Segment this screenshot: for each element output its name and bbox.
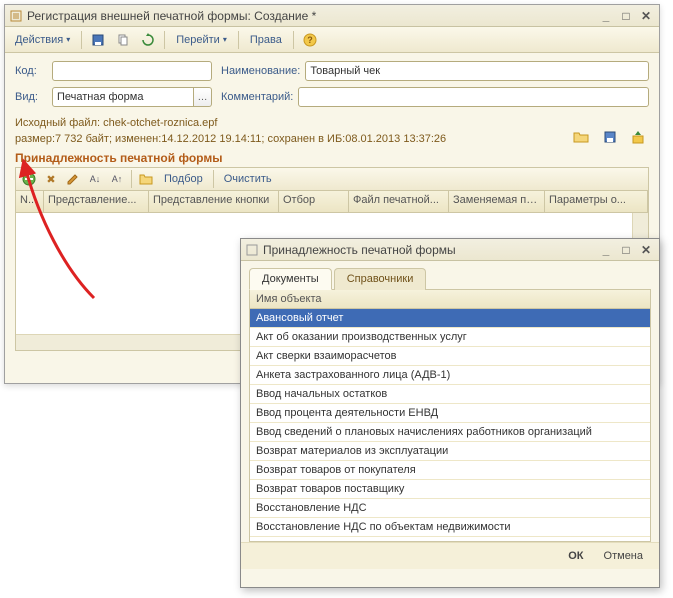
sort-desc-icon[interactable]: A↑: [107, 169, 127, 189]
dialog-tabs: Документы Справочники: [241, 261, 659, 289]
sort-asc-icon[interactable]: A↓: [85, 169, 105, 189]
list-item[interactable]: Возврат товаров поставщику: [250, 480, 650, 499]
folder-open-icon[interactable]: [569, 127, 593, 147]
disk-save-icon[interactable]: [599, 127, 621, 147]
dialog-titlebar: Принадлежность печатной формы _ □ ✕: [241, 239, 659, 261]
save-icon[interactable]: [87, 30, 109, 50]
close-button[interactable]: ✕: [637, 8, 655, 24]
select-button[interactable]: Подбор: [158, 169, 209, 189]
dialog-maximize-button[interactable]: □: [617, 242, 635, 258]
list-item[interactable]: Акт об оказании производственных услуг: [250, 328, 650, 347]
list-item[interactable]: Ввод начальных остатков: [250, 385, 650, 404]
delete-row-icon[interactable]: ✖: [41, 169, 61, 189]
ok-button[interactable]: ОК: [562, 548, 589, 564]
section-heading: Принадлежность печатной формы: [15, 151, 649, 165]
kind-choose-button[interactable]: …: [194, 87, 212, 107]
tab-documents[interactable]: Документы: [249, 268, 332, 290]
object-list-header[interactable]: Имя объекта: [250, 290, 650, 309]
tab-references[interactable]: Справочники: [334, 268, 427, 290]
col-repr[interactable]: Представление...: [44, 191, 149, 212]
form-icon: [9, 9, 23, 23]
clear-button[interactable]: Очистить: [218, 169, 278, 189]
goto-menu[interactable]: Перейти▾: [170, 30, 233, 50]
list-item[interactable]: Ввод процента деятельности ЕНВД: [250, 404, 650, 423]
col-replaced[interactable]: Заменяемая пе...: [449, 191, 545, 212]
comment-label: Комментарий:: [221, 91, 293, 103]
col-btn-repr[interactable]: Представление кнопки: [149, 191, 279, 212]
maximize-button[interactable]: □: [617, 8, 635, 24]
col-params[interactable]: Параметры о...: [545, 191, 648, 212]
actions-menu[interactable]: Действия▾: [9, 30, 76, 50]
list-item[interactable]: Возврат материалов из эксплуатации: [250, 442, 650, 461]
list-item[interactable]: Акт сверки взаиморасчетов: [250, 347, 650, 366]
grid-header: N... Представление... Представление кноп…: [16, 191, 648, 213]
folder-icon[interactable]: [136, 169, 156, 189]
dialog-window: Принадлежность печатной формы _ □ ✕ Доку…: [240, 238, 660, 588]
cancel-button[interactable]: Отмена: [598, 548, 649, 564]
code-label: Код:: [15, 65, 47, 77]
name-label: Наименование:: [221, 65, 300, 77]
help-icon[interactable]: ?: [299, 30, 321, 50]
dialog-title: Принадлежность печатной формы: [263, 243, 456, 257]
refresh-icon[interactable]: [137, 30, 159, 50]
unload-icon[interactable]: [627, 127, 649, 147]
code-input[interactable]: [52, 61, 212, 81]
name-input[interactable]: [305, 61, 649, 81]
list-item[interactable]: Анкета застрахованного лица (АДВ-1): [250, 366, 650, 385]
grid-toolbar: ✖ A↓ A↑ Подбор Очистить: [15, 167, 649, 191]
dialog-close-button[interactable]: ✕: [637, 242, 655, 258]
list-item[interactable]: Восстановление НДС: [250, 499, 650, 518]
source-file-info: Исходный файл: chek-otchet-roznica.epf: [15, 117, 569, 129]
main-toolbar: Действия▾ Перейти▾ Права ?: [5, 27, 659, 53]
add-row-icon[interactable]: [19, 169, 39, 189]
svg-text:?: ?: [307, 35, 313, 45]
object-list[interactable]: Авансовый отчетАкт об оказании производс…: [250, 309, 650, 541]
file-meta-info: размер:7 732 байт; изменен:14.12.2012 19…: [15, 133, 569, 145]
list-item[interactable]: Ввод сведений о плановых начислениях раб…: [250, 423, 650, 442]
main-titlebar: Регистрация внешней печатной формы: Созд…: [5, 5, 659, 27]
edit-row-icon[interactable]: [63, 169, 83, 189]
minimize-button[interactable]: _: [597, 8, 615, 24]
kind-input[interactable]: [52, 87, 194, 107]
list-item[interactable]: Возврат товаров от покупателя: [250, 461, 650, 480]
list-item[interactable]: Авансовый отчет: [250, 309, 650, 328]
kind-label: Вид:: [15, 91, 47, 103]
rights-menu[interactable]: Права: [244, 30, 288, 50]
comment-input[interactable]: [298, 87, 649, 107]
col-print-file[interactable]: Файл печатной...: [349, 191, 449, 212]
dialog-icon: [245, 243, 259, 257]
dialog-button-bar: ОК Отмена: [241, 542, 659, 569]
col-n[interactable]: N...: [16, 191, 44, 212]
window-title: Регистрация внешней печатной формы: Созд…: [27, 9, 316, 23]
list-item[interactable]: Восстановление НДС по объектам недвижимо…: [250, 518, 650, 537]
col-filter[interactable]: Отбор: [279, 191, 349, 212]
dialog-minimize-button[interactable]: _: [597, 242, 615, 258]
copy-icon[interactable]: [112, 30, 134, 50]
